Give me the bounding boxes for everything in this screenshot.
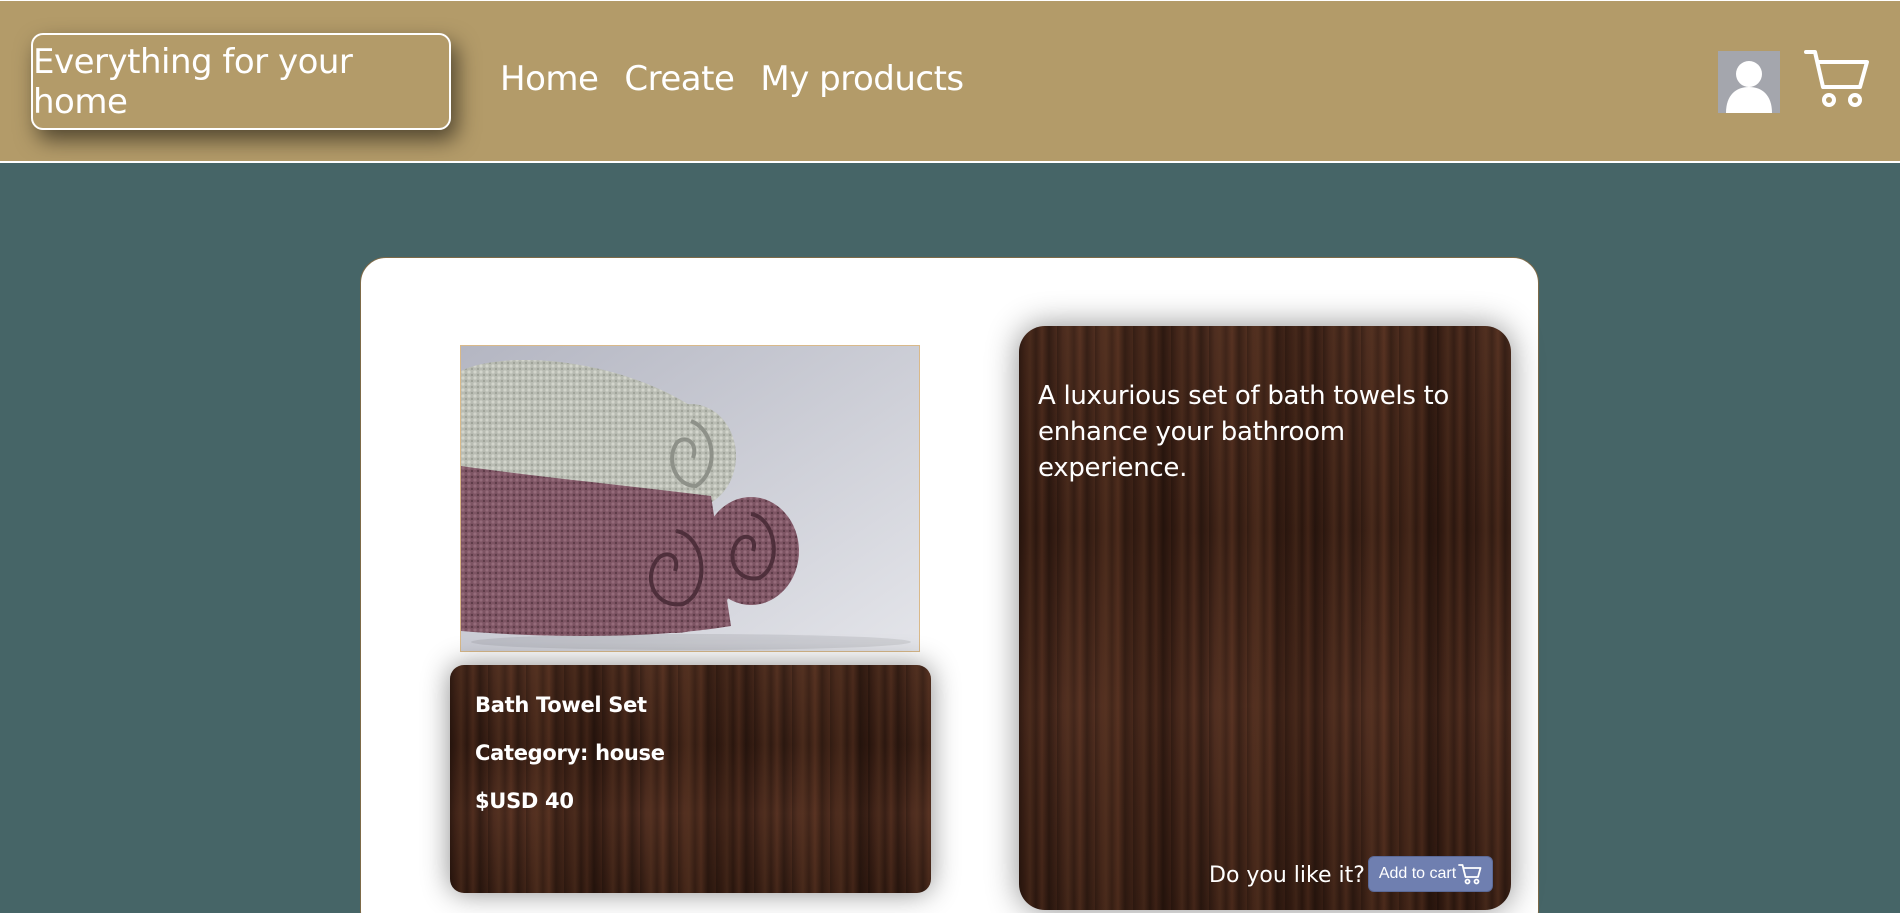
main-nav: Home Create My products — [500, 59, 964, 99]
top-navbar: Everything for your home Home Create My … — [0, 0, 1900, 163]
towels-image — [461, 346, 919, 651]
product-price: $USD 40 — [475, 789, 574, 813]
user-avatar[interactable] — [1718, 51, 1780, 113]
nav-home-link[interactable]: Home — [500, 59, 599, 99]
cart-button[interactable] — [1803, 47, 1871, 109]
user-icon — [1726, 61, 1772, 113]
add-to-cart-label: Add to cart — [1378, 865, 1457, 882]
product-description-panel: A luxurious set of bath towels to enhanc… — [1019, 326, 1511, 910]
product-description: A luxurious set of bath towels to enhanc… — [1038, 381, 1450, 483]
brand-logo-button[interactable]: Everything for your home — [31, 33, 451, 130]
nav-my-products-link[interactable]: My products — [760, 59, 964, 99]
product-category: Category: house — [475, 741, 665, 765]
cart-icon — [1458, 864, 1482, 885]
product-image — [460, 345, 920, 652]
like-prompt: Do you like it? — [1209, 863, 1365, 888]
product-name: Bath Towel Set — [475, 693, 647, 717]
product-info-panel: Bath Towel Set Category: house $USD 40 — [450, 665, 931, 893]
cart-icon — [1804, 50, 1869, 107]
nav-create-link[interactable]: Create — [624, 59, 734, 99]
add-to-cart-button[interactable]: Add to cart — [1368, 856, 1493, 892]
